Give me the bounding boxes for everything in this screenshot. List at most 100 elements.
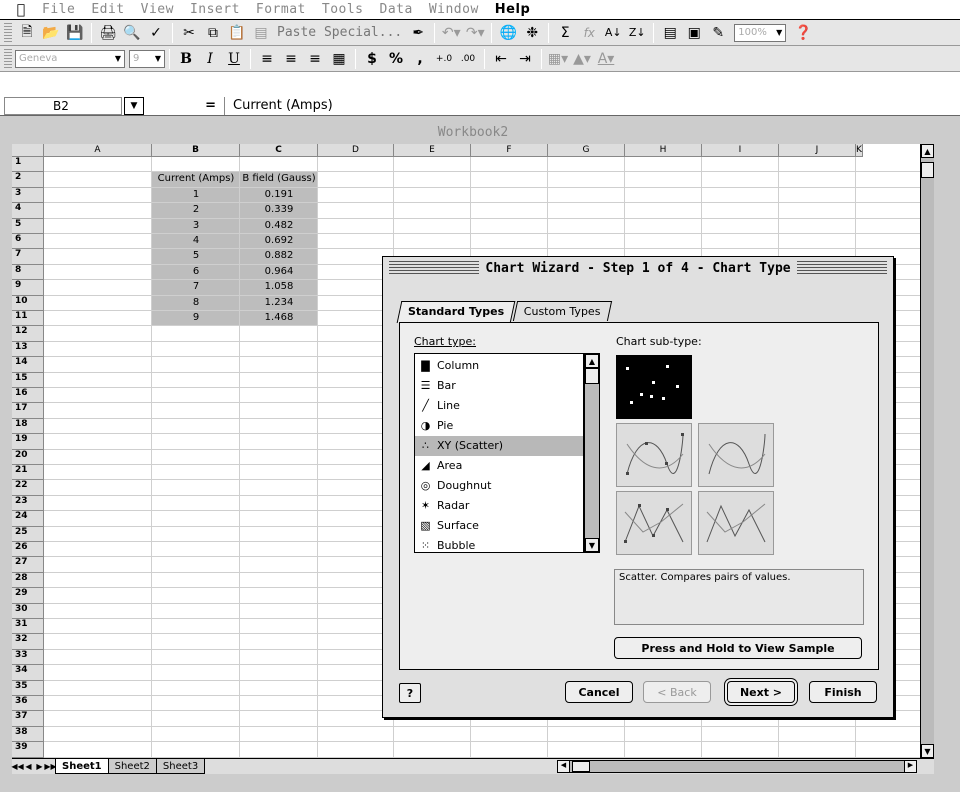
column-header-h[interactable]: H: [625, 144, 702, 157]
cell-c2[interactable]: B field (Gauss): [240, 173, 318, 185]
vertical-scrollbar[interactable]: ▲ ▼: [920, 144, 934, 758]
toolbar-grip[interactable]: [4, 22, 12, 43]
decrease-indent-icon[interactable]: ⇤: [490, 48, 512, 70]
cell-c4[interactable]: 0.339: [240, 204, 318, 216]
finish-button[interactable]: Finish: [809, 681, 877, 703]
prev-sheet-icon[interactable]: ◀: [23, 760, 34, 774]
row-header-27[interactable]: 27: [12, 557, 44, 573]
chart-type-radar[interactable]: ✶ Radar: [415, 496, 583, 516]
chart-type-list[interactable]: ▇ Column ☰ Bar ╱ Line ◑ Pie ∴ XY (Scatter) ◢ Area ◎ D…: [414, 353, 584, 553]
row-header-28[interactable]: 28: [12, 572, 44, 589]
bold-icon[interactable]: B: [175, 48, 197, 70]
new-document-icon[interactable]: 🗎: [16, 22, 38, 44]
paste-special-button[interactable]: Paste Special...: [273, 25, 406, 40]
row-header-30[interactable]: 30: [12, 603, 44, 619]
row-header-29[interactable]: 29: [12, 588, 44, 604]
menu-data[interactable]: Data: [372, 2, 421, 17]
formula-equals-button[interactable]: =: [144, 98, 224, 113]
column-header-i[interactable]: I: [702, 144, 779, 157]
row-header-1[interactable]: 1: [12, 157, 44, 173]
sort-descending-icon[interactable]: Z↓: [626, 22, 648, 44]
tab-standard-types[interactable]: Standard Types: [396, 301, 516, 323]
column-header-k[interactable]: K: [856, 144, 863, 157]
row-header-21[interactable]: 21: [12, 465, 44, 481]
paste-icon[interactable]: 📋: [226, 22, 248, 44]
cut-icon[interactable]: ✂: [178, 22, 200, 44]
print-icon[interactable]: 🖨: [97, 22, 119, 44]
office-assistant-icon[interactable]: ❓: [792, 22, 814, 44]
row-header-36[interactable]: 36: [12, 696, 44, 712]
undo-icon[interactable]: ↶▾: [440, 22, 462, 44]
chart-type-column[interactable]: ▇ Column: [415, 356, 583, 376]
cell-c3[interactable]: 0.191: [240, 189, 318, 201]
scroll-up-icon[interactable]: ▲: [585, 354, 599, 368]
sort-ascending-icon[interactable]: A↓: [602, 22, 624, 44]
spelling-icon[interactable]: ✓: [145, 22, 167, 44]
row-header-32[interactable]: 32: [12, 634, 44, 650]
chart-type-line[interactable]: ╱ Line: [415, 396, 583, 416]
row-header-37[interactable]: 37: [12, 711, 44, 727]
chart-type-bar[interactable]: ☰ Bar: [415, 376, 583, 396]
cell-b6[interactable]: 4: [152, 235, 240, 247]
row-header-20[interactable]: 20: [12, 449, 44, 465]
column-header-j[interactable]: J: [779, 144, 856, 157]
row-header-16[interactable]: 16: [12, 388, 44, 404]
italic-icon[interactable]: I: [199, 48, 221, 70]
increase-indent-icon[interactable]: ⇥: [514, 48, 536, 70]
font-size-select[interactable]: 9 ▼: [129, 49, 165, 68]
row-header-25[interactable]: 25: [12, 526, 44, 542]
sheet-tab-1[interactable]: Sheet1: [55, 759, 109, 774]
decrease-decimal-icon[interactable]: .00: [457, 48, 479, 70]
horizontal-scrollbar[interactable]: ◀ ▶: [557, 760, 917, 773]
cell-c11[interactable]: 1.468: [240, 312, 318, 324]
menu-window[interactable]: Window: [421, 2, 487, 17]
subtype-scatter-markers[interactable]: [616, 355, 692, 419]
sheet-tab-3[interactable]: Sheet3: [155, 759, 206, 774]
column-header-f[interactable]: F: [471, 144, 548, 157]
name-box[interactable]: B2: [4, 96, 122, 115]
cell-b5[interactable]: 3: [152, 220, 240, 232]
cell-b8[interactable]: 6: [152, 266, 240, 278]
dialog-title-bar[interactable]: Chart Wizard - Step 1 of 4 - Chart Type: [383, 257, 893, 279]
column-header-g[interactable]: G: [548, 144, 625, 157]
row-header-34[interactable]: 34: [12, 665, 44, 681]
row-header-17[interactable]: 17: [12, 403, 44, 419]
format-painter-icon[interactable]: ✒: [407, 22, 429, 44]
subtype-lines-markers[interactable]: [616, 491, 692, 555]
cell-b4[interactable]: 2: [152, 204, 240, 216]
select-all-corner[interactable]: [12, 144, 44, 157]
scroll-thumb[interactable]: [585, 368, 599, 384]
cell-c9[interactable]: 1.058: [240, 281, 318, 293]
cell-b3[interactable]: 1: [152, 189, 240, 201]
scroll-thumb[interactable]: [921, 162, 934, 178]
menu-file[interactable]: File: [34, 2, 83, 17]
row-header-7[interactable]: 7: [12, 249, 44, 265]
row-header-24[interactable]: 24: [12, 511, 44, 527]
subtype-smoothed-nomarkers[interactable]: [698, 423, 774, 487]
save-icon[interactable]: 💾: [64, 22, 86, 44]
cell-b2[interactable]: Current (Amps): [152, 173, 240, 185]
zoom-select[interactable]: 100% ▼: [734, 23, 787, 42]
cell-c8[interactable]: 0.964: [240, 266, 318, 278]
cell-b7[interactable]: 5: [152, 250, 240, 262]
comma-style-icon[interactable]: ,: [409, 48, 431, 70]
currency-icon[interactable]: $: [361, 48, 383, 70]
scroll-thumb-h[interactable]: [572, 761, 590, 772]
list-scrollbar[interactable]: ▲ ▼: [584, 353, 600, 553]
back-button[interactable]: < Back: [643, 681, 711, 703]
row-header-11[interactable]: 11: [12, 311, 44, 327]
row-header-14[interactable]: 14: [12, 357, 44, 373]
merge-center-icon[interactable]: ▦: [328, 48, 350, 70]
paste-function-icon[interactable]: fx: [578, 22, 600, 44]
row-header-38[interactable]: 38: [12, 726, 44, 743]
cell-b9[interactable]: 7: [152, 281, 240, 293]
copy-icon[interactable]: ⧉: [202, 22, 224, 44]
cell-b11[interactable]: 9: [152, 312, 240, 324]
menu-edit[interactable]: Edit: [83, 2, 132, 17]
row-header-26[interactable]: 26: [12, 542, 44, 558]
font-color-icon[interactable]: A▾: [595, 48, 617, 70]
cell-c7[interactable]: 0.882: [240, 250, 318, 262]
apple-menu-icon[interactable]: : [8, 2, 34, 18]
row-header-5[interactable]: 5: [12, 218, 44, 234]
row-header-2[interactable]: 2: [12, 172, 44, 188]
